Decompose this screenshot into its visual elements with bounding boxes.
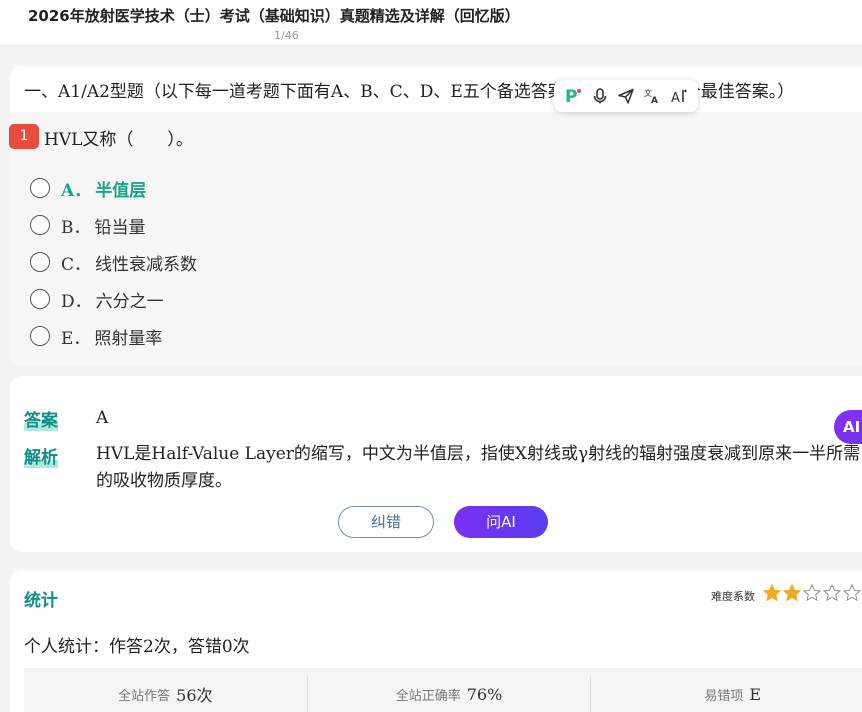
radio-icon[interactable]	[30, 326, 50, 346]
site-stats-row: 全站作答 56次 全站正确率 76% 易错项 E	[24, 668, 862, 712]
difficulty-label: 难度系数	[711, 590, 755, 603]
floating-toolbar: P 文A A	[554, 80, 698, 112]
option-letter: B．	[61, 217, 91, 238]
translate-icon[interactable]: 文A	[641, 85, 663, 107]
stat-value: 76%	[466, 684, 503, 704]
stats-title: 统计	[24, 591, 58, 611]
option-letter: E．	[61, 328, 91, 349]
stat-accuracy: 全站正确率 76%	[308, 676, 592, 712]
report-error-button[interactable]: 纠错	[338, 506, 434, 538]
star-filled-icon	[763, 584, 781, 602]
radio-icon[interactable]	[30, 215, 50, 235]
stat-key: 全站正确率	[395, 688, 461, 704]
radio-icon[interactable]	[30, 252, 50, 272]
send-icon[interactable]	[615, 85, 637, 107]
text-ai-icon[interactable]: A	[668, 85, 690, 107]
svg-text:P: P	[565, 87, 577, 106]
option-letter: C．	[61, 254, 92, 275]
star-empty-icon	[803, 584, 821, 602]
radio-icon[interactable]	[30, 289, 50, 309]
star-filled-icon	[783, 584, 801, 602]
explain-text: HVL是Half-Value Layer的缩写，中文为半值层，指使X射线或γ射线…	[96, 444, 861, 491]
stat-value: E	[749, 684, 762, 704]
option-text: 照射量率	[94, 328, 163, 349]
option-text: 铅当量	[94, 217, 146, 238]
stat-total-answers: 全站作答 56次	[24, 676, 308, 712]
option-a[interactable]: A． 半值层	[30, 175, 146, 201]
top-bar: 2026年放射医学技术（士）考试（基础知识）真题精选及详解（回忆版） 1/46	[0, 0, 862, 46]
difficulty-stars	[763, 584, 861, 602]
option-text: 六分之一	[95, 291, 164, 312]
stat-key: 全站作答	[118, 688, 171, 704]
option-text: 线性衰减系数	[95, 254, 198, 275]
ask-ai-button[interactable]: 问AI	[454, 506, 548, 538]
ai-assistant-bubble[interactable]: AI	[834, 410, 862, 444]
stat-value: 56次	[176, 686, 213, 705]
answer-value: A	[96, 408, 109, 428]
personal-stats: 个人统计：作答2次，答错0次	[24, 637, 250, 657]
question-text: HVL又称（ ）。	[44, 130, 193, 150]
option-letter: D．	[61, 291, 92, 312]
svg-text:A: A	[651, 96, 658, 105]
option-e[interactable]: E． 照射量率	[30, 323, 162, 349]
stat-key: 易错项	[704, 688, 744, 704]
explain-label: 解析	[24, 448, 58, 468]
page-title: 2026年放射医学技术（士）考试（基础知识）真题精选及详解（回忆版）	[28, 7, 520, 25]
question-number-badge: 1	[9, 124, 39, 149]
star-empty-icon	[823, 584, 841, 602]
stat-common-mistake: 易错项 E	[591, 676, 862, 712]
radio-icon[interactable]	[30, 178, 50, 198]
answer-label: 答案	[24, 411, 58, 431]
option-text: 半值层	[95, 180, 147, 201]
star-empty-icon	[843, 584, 861, 602]
option-c[interactable]: C． 线性衰减系数	[30, 249, 197, 275]
option-letter: A．	[61, 180, 92, 201]
svg-text:A: A	[671, 91, 680, 105]
logo-icon[interactable]: P	[562, 85, 584, 107]
page-indicator: 1/46	[274, 29, 299, 42]
option-b[interactable]: B． 铅当量	[30, 212, 146, 238]
microphone-icon[interactable]	[589, 85, 611, 107]
option-d[interactable]: D． 六分之一	[30, 286, 164, 312]
